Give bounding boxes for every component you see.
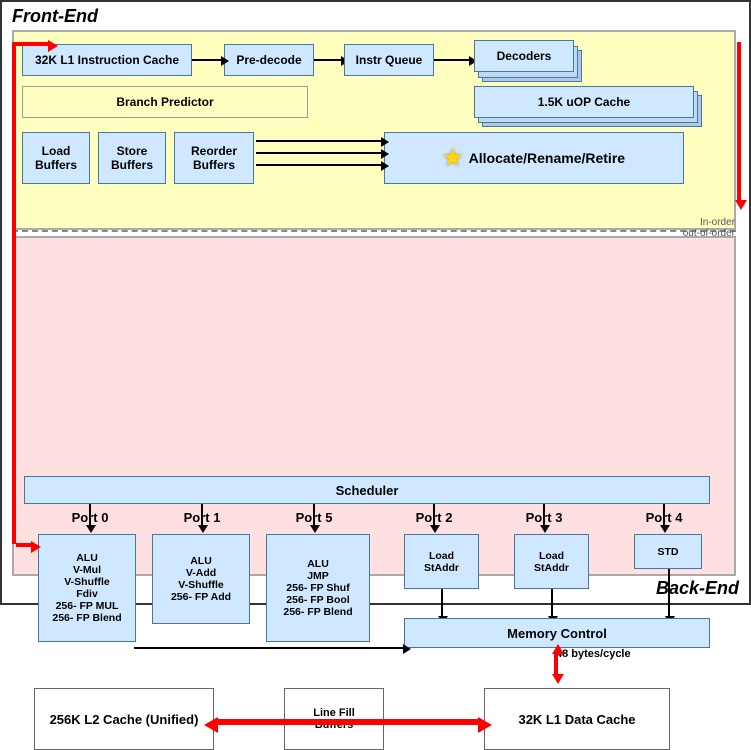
predecode-box: Pre-decode xyxy=(224,44,314,76)
port0-unit-box: ALU V-Mul V-Shuffle Fdiv 256- FP MUL 256… xyxy=(38,534,136,642)
red-left-border xyxy=(12,42,16,544)
line-units-memctrl xyxy=(134,647,404,649)
red-top-arrow xyxy=(16,42,50,46)
instr-queue-box: Instr Queue xyxy=(344,44,434,76)
arrow-port3-down xyxy=(551,589,553,617)
reorder-buffers-box: Reorder Buffers xyxy=(174,132,254,184)
arrow-sched-port3 xyxy=(543,504,545,526)
arrow-l2-l1data xyxy=(214,719,482,725)
load-buffers-box: Load Buffers xyxy=(22,132,90,184)
port5-unit-box: ALU JMP 256- FP Shuf 256- FP Bool 256- F… xyxy=(266,534,370,642)
port2-unit-box: Load StAddr xyxy=(404,534,479,589)
red-right-border-top xyxy=(737,42,741,202)
l2-cache-box: 256K L2 Cache (Unified) xyxy=(34,688,214,750)
arrow-port2-down xyxy=(441,589,443,617)
arrow-l1-predecode xyxy=(192,59,222,61)
star-icon: ★ xyxy=(443,145,463,171)
frontend-region: 32K L1 Instruction Cache Pre-decode Inst… xyxy=(12,30,736,230)
arrow-sched-port5 xyxy=(313,504,315,526)
arrow-sched-port4 xyxy=(663,504,665,526)
store-buffers-box: Store Buffers xyxy=(98,132,166,184)
arrow-rob-alloc2 xyxy=(256,152,382,154)
arrow-rob-alloc1 xyxy=(256,140,382,142)
port3-unit-box: Load StAddr xyxy=(514,534,589,589)
arrow-memctrl-l1data xyxy=(554,652,558,676)
scheduler-box: Scheduler xyxy=(24,476,710,504)
arrow-sched-port2 xyxy=(433,504,435,526)
red-bottom-arrow-left xyxy=(16,543,33,547)
arrow-instr-decoders xyxy=(434,59,470,61)
bytes-per-cycle-label: 48 bytes/cycle xyxy=(556,648,631,660)
allocate-box: ★ Allocate/Rename/Retire xyxy=(384,132,684,184)
uop-cache-box: 1.5K uOP Cache xyxy=(474,86,694,118)
header-label: Front-End xyxy=(12,6,98,27)
l1-data-cache-box: 32K L1 Data Cache xyxy=(484,688,670,750)
arrow-sched-port0 xyxy=(89,504,91,526)
main-container: Front-End Back-End 32K L1 Instruction Ca… xyxy=(0,0,751,605)
arrow-predecode-instr xyxy=(314,59,342,61)
dashed-separator xyxy=(12,230,736,232)
backend-region: Scheduler Port 0 Port 1 Port 5 Port 2 Po… xyxy=(12,236,736,576)
arrow-port4-down xyxy=(668,569,670,617)
port4-unit-box: STD xyxy=(634,534,702,569)
arrow-sched-port1 xyxy=(201,504,203,526)
decoders-box: Decoders xyxy=(474,40,574,72)
branch-predictor-box: Branch Predictor xyxy=(22,86,308,118)
port1-unit-box: ALU V-Add V-Shuffle 256- FP Add xyxy=(152,534,250,624)
arrow-rob-alloc3 xyxy=(256,164,382,166)
